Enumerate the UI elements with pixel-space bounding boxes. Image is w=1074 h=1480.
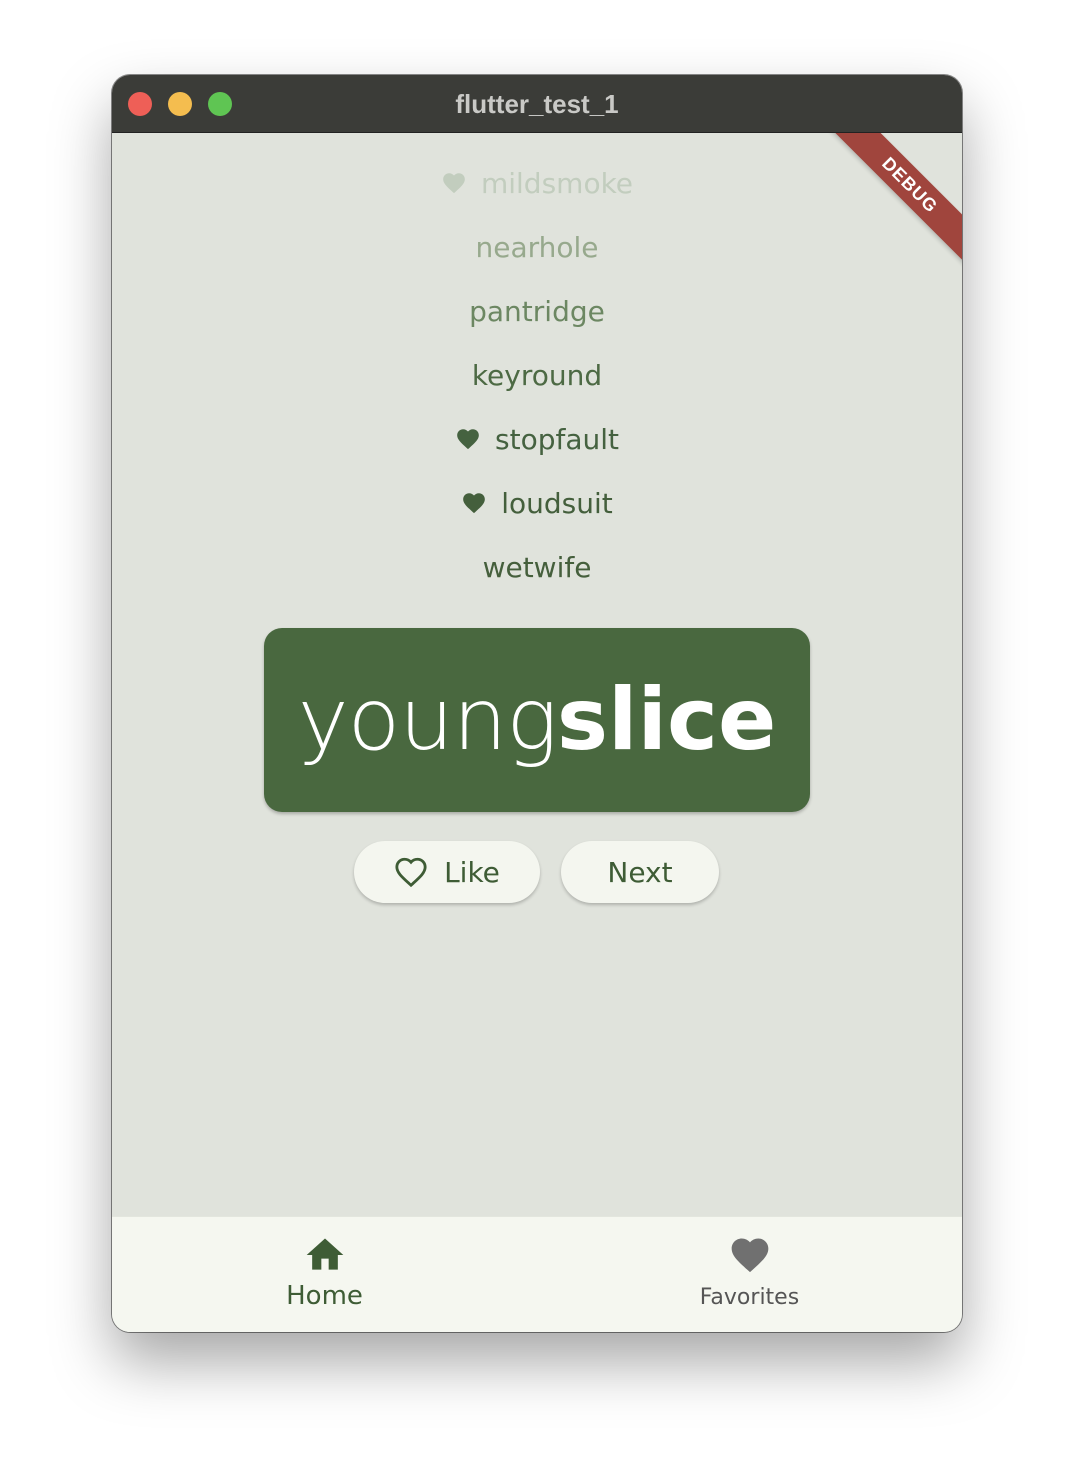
- history-word: nearhole: [475, 230, 599, 264]
- history-item: loudsuit: [112, 471, 962, 535]
- window-title: flutter_test_1: [455, 89, 619, 119]
- history-word: mildsmoke: [480, 166, 634, 200]
- title-bar: flutter_test_1: [112, 75, 962, 133]
- history-word: keyround: [471, 358, 603, 392]
- like-button[interactable]: Like: [354, 841, 540, 903]
- history-word: loudsuit: [501, 486, 613, 520]
- heart-filled-icon: [463, 493, 486, 514]
- next-button-label: Next: [607, 855, 673, 889]
- history-item: wetwife: [112, 535, 962, 599]
- app-window: flutter_test_1 DEBUG mildsmoke nearhole pa…: [112, 75, 962, 1332]
- current-pair-card: young slice: [264, 628, 810, 812]
- pair-first-word: young: [297, 670, 558, 770]
- heart-filled-icon: [731, 1238, 768, 1273]
- nav-item-favorites[interactable]: Favorites: [537, 1217, 962, 1332]
- heart-filled-icon: [443, 173, 465, 194]
- bottom-navigation: Home Favorites: [112, 1216, 962, 1332]
- pair-second-word: slice: [556, 670, 777, 770]
- home-icon: [306, 1238, 343, 1270]
- history-item: pantridge: [112, 279, 962, 343]
- history-word: pantridge: [469, 294, 605, 328]
- history-list: mildsmoke nearhole pantridge keyround stopfa…: [112, 151, 962, 599]
- history-item: mildsmoke: [112, 151, 962, 215]
- history-word: wetwife: [482, 550, 592, 584]
- nav-item-home[interactable]: Home: [112, 1217, 537, 1332]
- heart-outline-icon: [395, 857, 427, 888]
- history-item: stopfault: [112, 407, 962, 471]
- like-button-label: Like: [444, 855, 500, 889]
- history-item: keyround: [112, 343, 962, 407]
- heart-filled-icon: [457, 429, 479, 450]
- history-word: stopfault: [495, 422, 619, 456]
- history-item: nearhole: [112, 215, 962, 279]
- next-button[interactable]: Next: [561, 841, 719, 903]
- nav-home-label: Home: [286, 1281, 363, 1311]
- main-content: DEBUG mildsmoke nearhole pantridge keyround…: [112, 133, 962, 1216]
- nav-favorites-label: Favorites: [699, 1285, 800, 1310]
